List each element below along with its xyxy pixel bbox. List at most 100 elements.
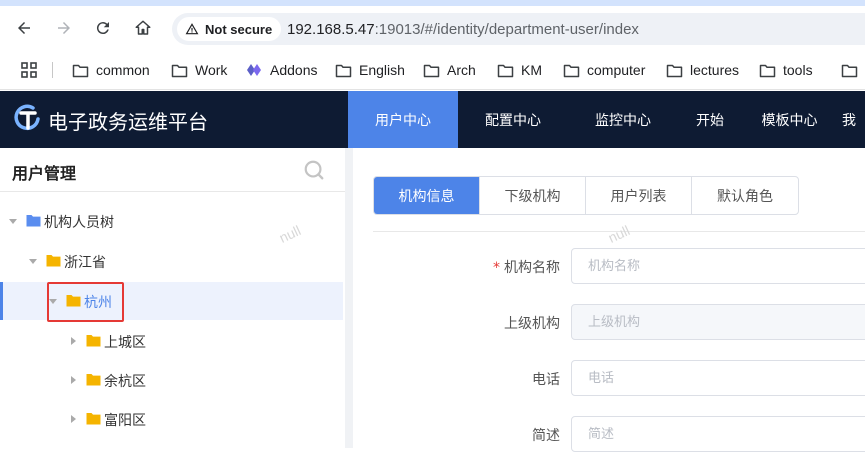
top-nav-item-2[interactable]: 监控中心 [568, 91, 678, 148]
reload-icon [96, 22, 109, 35]
tree-node-label: 机构人员树 [44, 215, 114, 231]
folder-icon [666, 64, 683, 77]
top-nav-item-0[interactable]: 用户中心 [348, 91, 458, 148]
bookmark-label: KM [521, 62, 542, 78]
app-title: 电子政务运维平台 [48, 110, 208, 134]
folder-icon [335, 64, 352, 77]
tab-0[interactable]: 机构信息 [374, 177, 480, 214]
panel-header: 用户管理 [0, 148, 345, 192]
browser-toolbar: Not secure 192.168.5.47:19013/#/identity… [0, 6, 865, 50]
bookmark-label: English [359, 62, 405, 78]
form-label: * 机构名称 [493, 257, 560, 277]
form-label-text: 机构名称 [504, 260, 560, 276]
bookmark-label: common [96, 62, 150, 78]
form-row: 电话 [353, 360, 865, 396]
detail-tabs: 机构信息 下级机构 用户列表 默认角色 [373, 176, 799, 215]
tab-2[interactable]: 用户列表 [586, 177, 692, 214]
caret-right-icon[interactable] [68, 375, 78, 385]
form-label: 电话 [532, 369, 560, 389]
platform-logo-icon [14, 104, 40, 131]
tree-node[interactable]: 富阳区 [0, 400, 343, 438]
top-nav-item-3[interactable]: 开始 [678, 91, 742, 148]
home-icon [135, 20, 151, 35]
bookmark-8[interactable]: tools [759, 60, 813, 80]
security-label: Not secure [205, 21, 273, 37]
home-button[interactable] [129, 14, 157, 42]
search-icon[interactable] [303, 159, 325, 181]
form-label-text: 上级机构 [504, 316, 560, 332]
caret-right-icon[interactable] [68, 336, 78, 346]
top-nav-item-5[interactable]: 我 [837, 91, 865, 148]
bookmark-label: Addons [270, 62, 318, 78]
reload-button[interactable] [89, 14, 117, 42]
top-nav: 用户中心 配置中心 监控中心 开始 模板中心我 [348, 91, 865, 148]
bookmark-4[interactable]: Arch [423, 60, 476, 80]
tree-node-label: 余杭区 [104, 374, 146, 390]
tree-node[interactable]: 上城区 [0, 322, 343, 360]
form-input[interactable] [571, 360, 865, 396]
folder-icon [26, 215, 41, 227]
folder-icon [72, 64, 89, 77]
url-text: 192.168.5.47:19013/#/identity/department… [287, 21, 639, 38]
form-row: * 机构名称 [353, 248, 865, 284]
tree-node[interactable]: 余杭区 [0, 361, 343, 399]
url-path: :19013/#/identity/department-user/index [374, 21, 639, 38]
folder-icon [86, 413, 101, 425]
arrow-left-icon [18, 22, 30, 34]
folder-icon [423, 64, 440, 77]
tab-3[interactable]: 默认角色 [692, 177, 798, 214]
apps-grid-icon[interactable] [21, 62, 37, 78]
folder-icon [86, 335, 101, 347]
folder-icon [46, 255, 61, 267]
forward-button[interactable] [50, 14, 78, 42]
bookmark-5[interactable]: KM [497, 60, 542, 80]
bookmark-label: Arch [447, 62, 476, 78]
caret-down-icon[interactable] [28, 256, 38, 266]
bookmark-2[interactable]: Addons [246, 60, 317, 80]
org-tree-panel: 用户管理 机构人员树 浙江省 杭州 上城区 余杭区 富阳区 null [0, 148, 345, 448]
folder-icon [86, 374, 101, 386]
bookmark-label: lectures [690, 62, 740, 78]
form-label-text: 电话 [532, 372, 560, 388]
bookmark-3[interactable]: English [335, 60, 405, 80]
folder-icon [171, 64, 188, 77]
tree-node-label: 富阳区 [104, 413, 146, 429]
security-chip[interactable]: Not secure [177, 17, 282, 41]
tab-1[interactable]: 下级机构 [480, 177, 586, 214]
form-input [571, 304, 865, 340]
bookmark-label: Work [195, 62, 228, 78]
form-label: 上级机构 [504, 313, 560, 333]
folder-icon [563, 64, 580, 77]
address-bar[interactable]: Not secure 192.168.5.47:19013/#/identity… [172, 13, 865, 45]
warning-icon [185, 23, 199, 35]
bookmark-7[interactable]: lectures [666, 60, 739, 80]
arrow-right-icon [58, 22, 70, 34]
watermark-text: null [605, 222, 633, 246]
addons-diamond-icon [247, 63, 261, 76]
top-nav-item-4[interactable]: 模板中心 [742, 91, 837, 148]
bookmark-1[interactable]: Work [171, 60, 227, 80]
panel-divider[interactable] [345, 148, 353, 448]
caret-right-icon[interactable] [68, 414, 78, 424]
form-input[interactable] [571, 248, 865, 284]
bookmark-label: tools [783, 62, 813, 78]
top-nav-item-1[interactable]: 配置中心 [458, 91, 568, 148]
form-row: 上级机构 [353, 304, 865, 340]
bookmark-0[interactable]: common [72, 60, 150, 80]
org-detail-panel: 机构信息下级机构用户列表默认角色 null *机构名称上级机构电话简述 [353, 148, 865, 452]
form-input[interactable] [571, 416, 865, 452]
bookmark-9[interactable]: i [841, 60, 865, 80]
folder-icon [497, 64, 514, 77]
form-label: 简述 [532, 425, 560, 445]
tree-node[interactable]: 浙江省 [0, 242, 343, 280]
form-row: 简述 [353, 416, 865, 452]
bookmarks-bar: common Work Addons English Arch KM computer lec… [0, 50, 865, 90]
form-label-text: 简述 [532, 428, 560, 444]
back-button[interactable] [10, 14, 38, 42]
required-asterisk: * [493, 260, 500, 276]
bookmark-6[interactable]: computer [563, 60, 645, 80]
app-header: 电子政务运维平台 用户中心 配置中心 监控中心 开始 模板中心我 [0, 91, 865, 148]
tree-node-label: 上城区 [104, 335, 146, 351]
panel-title: 用户管理 [12, 164, 77, 183]
caret-down-icon[interactable] [8, 216, 18, 226]
